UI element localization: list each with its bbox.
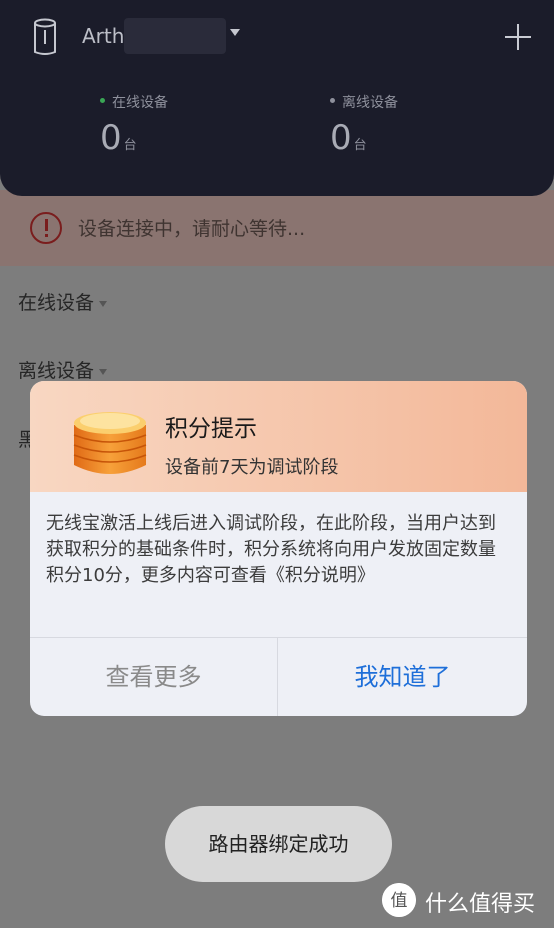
got-it-button[interactable]: 我知道了 [278,638,527,716]
dialog-subtitle: 设备前7天为调试阶段 [165,457,339,478]
offline-device-count: 0 [330,118,352,158]
online-device-count: 0 [100,118,122,158]
offline-stat-label: 离线设备 [342,95,398,111]
points-dialog: 积分提示 设备前7天为调试阶段 无线宝激活上线后进入调试阶段，在此阶段，当用户达… [30,381,527,716]
offline-devices-section-label: 离线设备 [18,360,95,382]
watermark-text: 什么值得买 [425,892,536,917]
watermark-logo-icon: 值 [382,883,416,917]
router-icon[interactable] [30,18,60,56]
online-count-unit: 台 [123,138,137,153]
alert-circle-icon [30,212,62,244]
online-status-dot-icon [100,98,105,103]
account-dropdown-caret-icon[interactable] [230,29,240,36]
view-more-button[interactable]: 查看更多 [30,638,278,716]
bind-success-toast: 路由器绑定成功 [165,806,392,882]
chevron-down-icon [99,300,108,307]
connection-status-bar: 设备连接中，请耐心等待... [0,190,554,266]
coins-icon [73,412,147,474]
offline-count-unit: 台 [353,138,367,153]
add-device-plus-icon[interactable] [505,24,531,50]
account-name-mask [124,18,226,54]
offline-device-stat: 离线设备 0台 [330,92,398,158]
chevron-down-icon [99,368,108,375]
online-devices-section-label: 在线设备 [18,292,95,314]
dialog-header: 积分提示 设备前7天为调试阶段 [30,381,527,492]
offline-devices-section-toggle[interactable]: 离线设备 [18,356,108,383]
watermark-logo-glyph: 值 [391,891,408,911]
online-devices-section-toggle[interactable]: 在线设备 [18,288,108,315]
dialog-title: 积分提示 [165,416,257,442]
connection-status-text: 设备连接中，请耐心等待... [78,218,306,240]
dialog-button-row: 查看更多 我知道了 [30,637,527,716]
device-header: Arthu 在线设备 0台 离线设备 0台 [0,0,554,196]
online-stat-label: 在线设备 [112,95,168,111]
offline-status-dot-icon [330,98,335,103]
dialog-body-text: 无线宝激活上线后进入调试阶段，在此阶段，当用户达到获取积分的基础条件时，积分系统… [46,513,496,586]
online-device-stat: 在线设备 0台 [100,92,168,158]
